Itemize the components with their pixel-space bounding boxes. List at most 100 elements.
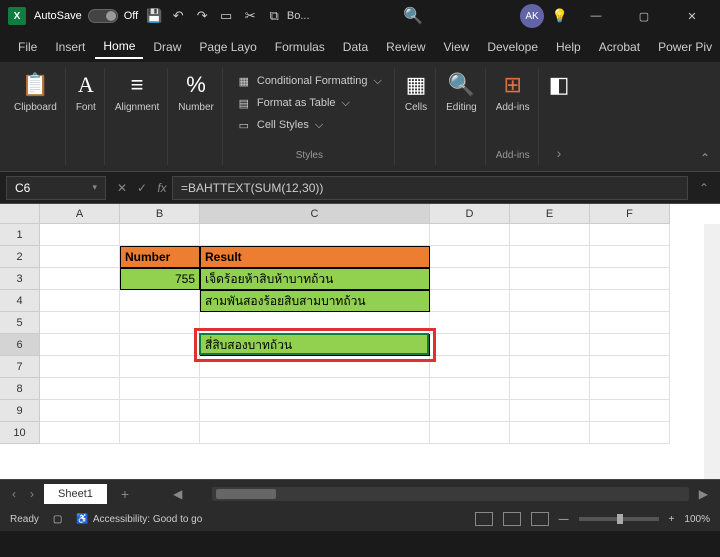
row-header-5[interactable]: 5 (0, 312, 40, 334)
cell-B10[interactable] (120, 422, 200, 444)
autosave-toggle[interactable]: AutoSave Off (34, 9, 138, 23)
chevron-down-icon[interactable]: ▾ (92, 182, 97, 193)
cell-C6[interactable]: สี่สิบสองบาทถ้วน (200, 334, 430, 356)
clipboard-button[interactable]: 📋 Clipboard (14, 72, 57, 113)
cell-A10[interactable] (40, 422, 120, 444)
tab-pagelayout[interactable]: Page Layo (191, 36, 264, 58)
tab-developer[interactable]: Develope (479, 36, 546, 58)
row-header-1[interactable]: 1 (0, 224, 40, 246)
zoom-slider[interactable] (579, 517, 659, 521)
cell-C9[interactable] (200, 400, 430, 422)
col-header-F[interactable]: F (590, 204, 670, 224)
cell-D3[interactable] (430, 268, 510, 290)
enter-formula-button[interactable]: ✓ (132, 181, 152, 195)
add-sheet-button[interactable]: + (113, 486, 137, 502)
cell-E10[interactable] (510, 422, 590, 444)
cell-C1[interactable] (200, 224, 430, 246)
tab-view[interactable]: View (436, 36, 478, 58)
cell-D9[interactable] (430, 400, 510, 422)
maximize-button[interactable]: ▢ (624, 2, 664, 30)
cell-D2[interactable] (430, 246, 510, 268)
scroll-right-button[interactable]: ▶ (695, 487, 712, 501)
cell-F7[interactable] (590, 356, 670, 378)
addins-button[interactable]: ⊞ Add-ins (496, 72, 530, 113)
cell-B1[interactable] (120, 224, 200, 246)
cell-E8[interactable] (510, 378, 590, 400)
cell-A3[interactable] (40, 268, 120, 290)
cell-F6[interactable] (590, 334, 670, 356)
row-header-9[interactable]: 9 (0, 400, 40, 422)
row-header-2[interactable]: 2 (0, 246, 40, 268)
accessibility-status[interactable]: ♿Accessibility: Good to go (76, 514, 202, 525)
cell-E9[interactable] (510, 400, 590, 422)
conditional-formatting-button[interactable]: ▦ Conditional Formatting⌵ (233, 72, 386, 90)
format-as-table-button[interactable]: ▤ Format as Table⌵ (233, 94, 386, 112)
cell-B7[interactable] (120, 356, 200, 378)
cell-E5[interactable] (510, 312, 590, 334)
font-button[interactable]: A Font (76, 72, 96, 113)
collapse-ribbon-button[interactable]: ⌃ (700, 151, 710, 165)
cell-F5[interactable] (590, 312, 670, 334)
cell-E1[interactable] (510, 224, 590, 246)
sheet-tab-sheet1[interactable]: Sheet1 (44, 484, 107, 504)
cell-A9[interactable] (40, 400, 120, 422)
expand-formula-button[interactable]: ⌃ (694, 181, 714, 195)
cell-C10[interactable] (200, 422, 430, 444)
cell-E3[interactable] (510, 268, 590, 290)
tab-insert[interactable]: Insert (47, 36, 93, 58)
cell-A8[interactable] (40, 378, 120, 400)
cell-C5[interactable] (200, 312, 430, 334)
cancel-formula-button[interactable]: ✕ (112, 181, 132, 195)
editing-button[interactable]: 🔍 Editing (446, 72, 477, 113)
new-icon[interactable]: ▭ (218, 8, 234, 24)
cell-E6[interactable] (510, 334, 590, 356)
cell-F1[interactable] (590, 224, 670, 246)
row-header-8[interactable]: 8 (0, 378, 40, 400)
cell-F8[interactable] (590, 378, 670, 400)
cell-C3[interactable]: เจ็ดร้อยห้าสิบห้าบาทถ้วน (200, 268, 430, 290)
cell-F10[interactable] (590, 422, 670, 444)
tab-draw[interactable]: Draw (145, 36, 189, 58)
toggle-switch[interactable] (88, 9, 118, 23)
cell-A1[interactable] (40, 224, 120, 246)
tab-powerpivot[interactable]: Power Piv (650, 36, 720, 58)
cell-B4[interactable] (120, 290, 200, 312)
cell-B5[interactable] (120, 312, 200, 334)
cell-D6[interactable] (430, 334, 510, 356)
zoom-level[interactable]: 100% (684, 514, 710, 525)
col-header-D[interactable]: D (430, 204, 510, 224)
lightbulb-icon[interactable]: 💡 (552, 8, 568, 24)
more-button[interactable]: ◧ (549, 72, 570, 98)
doc-title[interactable]: Bo... (290, 8, 306, 24)
macro-icon[interactable]: ▢ (53, 514, 62, 525)
cell-E7[interactable] (510, 356, 590, 378)
save-icon[interactable]: 💾 (146, 8, 162, 24)
select-all-corner[interactable] (0, 204, 40, 224)
row-header-7[interactable]: 7 (0, 356, 40, 378)
zoom-in-button[interactable]: + (669, 514, 675, 525)
col-header-B[interactable]: B (120, 204, 200, 224)
cell-C8[interactable] (200, 378, 430, 400)
normal-view-button[interactable] (475, 512, 493, 526)
tab-data[interactable]: Data (335, 36, 376, 58)
cut-icon[interactable]: ✂ (242, 8, 258, 24)
cell-D5[interactable] (430, 312, 510, 334)
ribbon-overflow[interactable]: › (557, 145, 562, 161)
vertical-scrollbar[interactable] (704, 224, 720, 479)
cell-B6[interactable] (120, 334, 200, 356)
tab-review[interactable]: Review (378, 36, 433, 58)
row-header-4[interactable]: 4 (0, 290, 40, 312)
cell-B9[interactable] (120, 400, 200, 422)
page-layout-view-button[interactable] (503, 512, 521, 526)
cell-C2[interactable]: Result (200, 246, 430, 268)
cell-D7[interactable] (430, 356, 510, 378)
cell-D4[interactable] (430, 290, 510, 312)
user-avatar[interactable]: AK (520, 4, 544, 28)
page-break-view-button[interactable] (531, 512, 549, 526)
number-button[interactable]: % Number (178, 72, 214, 113)
sheet-prev-button[interactable]: ‹ (8, 487, 20, 501)
cell-B2[interactable]: Number (120, 246, 200, 268)
tab-help[interactable]: Help (548, 36, 589, 58)
tab-acrobat[interactable]: Acrobat (591, 36, 648, 58)
undo-icon[interactable]: ↶ (170, 8, 186, 24)
